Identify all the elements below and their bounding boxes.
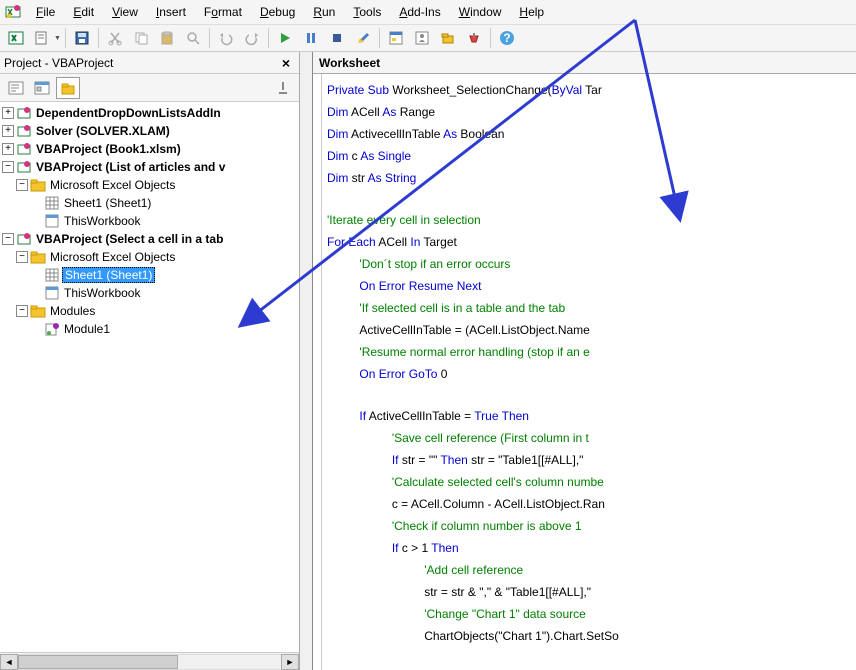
- insert-module-button[interactable]: [30, 26, 54, 50]
- tree-scrollbar[interactable]: ◄ ►: [0, 652, 299, 670]
- tree-item[interactable]: Module1: [2, 320, 299, 338]
- pause-button[interactable]: [299, 26, 323, 50]
- menu-insert[interactable]: Insert: [148, 3, 194, 21]
- tree-item[interactable]: +DependentDropDownListsAddIn: [2, 104, 299, 122]
- menu-bar: FFileile Edit View Insert Format Debug R…: [0, 0, 856, 24]
- code-panel: Worksheet Private Sub Worksheet_Selectio…: [312, 52, 856, 670]
- menu-window[interactable]: Window: [451, 3, 510, 21]
- toolbox-button[interactable]: [462, 26, 486, 50]
- save-button[interactable]: [70, 26, 94, 50]
- tree-item[interactable]: +Solver (SOLVER.XLAM): [2, 122, 299, 140]
- menu-tools[interactable]: Tools: [345, 3, 389, 21]
- project-tree[interactable]: +DependentDropDownListsAddIn +Solver (SO…: [0, 102, 299, 652]
- dropdown-icon[interactable]: ▼: [54, 35, 61, 42]
- view-code-button[interactable]: [4, 77, 28, 99]
- scroll-thumb[interactable]: [18, 655, 178, 669]
- project-title-text: Project - VBAProject: [4, 56, 113, 70]
- tree-item[interactable]: −VBAProject (List of articles and v: [2, 158, 299, 176]
- tree-item[interactable]: ThisWorkbook: [2, 284, 299, 302]
- view-object-button[interactable]: [30, 77, 54, 99]
- menu-help[interactable]: Help: [511, 3, 552, 21]
- excel-view-button[interactable]: [4, 26, 28, 50]
- menu-edit[interactable]: Edit: [65, 3, 102, 21]
- scroll-right-icon[interactable]: ►: [281, 654, 299, 670]
- design-mode-button[interactable]: [351, 26, 375, 50]
- object-browser-button[interactable]: [436, 26, 460, 50]
- tree-item[interactable]: −Modules: [2, 302, 299, 320]
- menu-debug[interactable]: Debug: [252, 3, 303, 21]
- scroll-left-icon[interactable]: ◄: [0, 654, 18, 670]
- menu-run[interactable]: Run: [305, 3, 343, 21]
- tree-item[interactable]: −VBAProject (Select a cell in a tab: [2, 230, 299, 248]
- help-button[interactable]: ?: [495, 26, 519, 50]
- vba-project-icon: [16, 105, 32, 121]
- workbook-icon: [44, 213, 60, 229]
- folder-icon: [30, 177, 46, 193]
- folder-icon: [30, 303, 46, 319]
- menu-addins[interactable]: Add-Ins: [391, 3, 448, 21]
- redo-button[interactable]: [240, 26, 264, 50]
- copy-button[interactable]: [129, 26, 153, 50]
- code-object-dropdown[interactable]: Worksheet: [313, 52, 856, 74]
- tree-item-selected[interactable]: Sheet1 (Sheet1): [2, 266, 299, 284]
- run-button[interactable]: [273, 26, 297, 50]
- menu-view[interactable]: View: [104, 3, 146, 21]
- project-title-bar: Project - VBAProject ×: [0, 52, 299, 74]
- menu-format[interactable]: Format: [196, 3, 250, 21]
- find-button[interactable]: [181, 26, 205, 50]
- vba-project-icon: [16, 159, 32, 175]
- tree-item[interactable]: +VBAProject (Book1.xlsm): [2, 140, 299, 158]
- folder-icon: [30, 249, 46, 265]
- close-icon[interactable]: ×: [277, 54, 295, 72]
- tree-item[interactable]: Sheet1 (Sheet1): [2, 194, 299, 212]
- paste-button[interactable]: [155, 26, 179, 50]
- sheet-icon: [44, 195, 60, 211]
- project-toolbar: [0, 74, 299, 102]
- cut-button[interactable]: [103, 26, 127, 50]
- vba-project-icon: [16, 231, 32, 247]
- tree-item[interactable]: −Microsoft Excel Objects: [2, 176, 299, 194]
- undo-button[interactable]: [214, 26, 238, 50]
- stop-button[interactable]: [325, 26, 349, 50]
- tree-item[interactable]: ThisWorkbook: [2, 212, 299, 230]
- panel-menu-button[interactable]: [271, 77, 295, 99]
- main-split: Project - VBAProject × +DependentDropDow…: [0, 52, 856, 670]
- sheet-icon: [44, 267, 60, 283]
- code-editor[interactable]: Private Sub Worksheet_SelectionChange(By…: [313, 74, 856, 670]
- project-explorer-button[interactable]: [384, 26, 408, 50]
- module-icon: [44, 321, 60, 337]
- svg-text:?: ?: [503, 31, 510, 45]
- project-panel: Project - VBAProject × +DependentDropDow…: [0, 52, 300, 670]
- workbook-icon: [44, 285, 60, 301]
- toggle-folders-button[interactable]: [56, 77, 80, 99]
- app-icon: [4, 3, 22, 21]
- properties-button[interactable]: [410, 26, 434, 50]
- vba-project-icon: [16, 141, 32, 157]
- vba-project-icon: [16, 123, 32, 139]
- toolbar: ▼ ?: [0, 24, 856, 52]
- tree-item[interactable]: −Microsoft Excel Objects: [2, 248, 299, 266]
- menu-file[interactable]: FFileile: [28, 3, 63, 21]
